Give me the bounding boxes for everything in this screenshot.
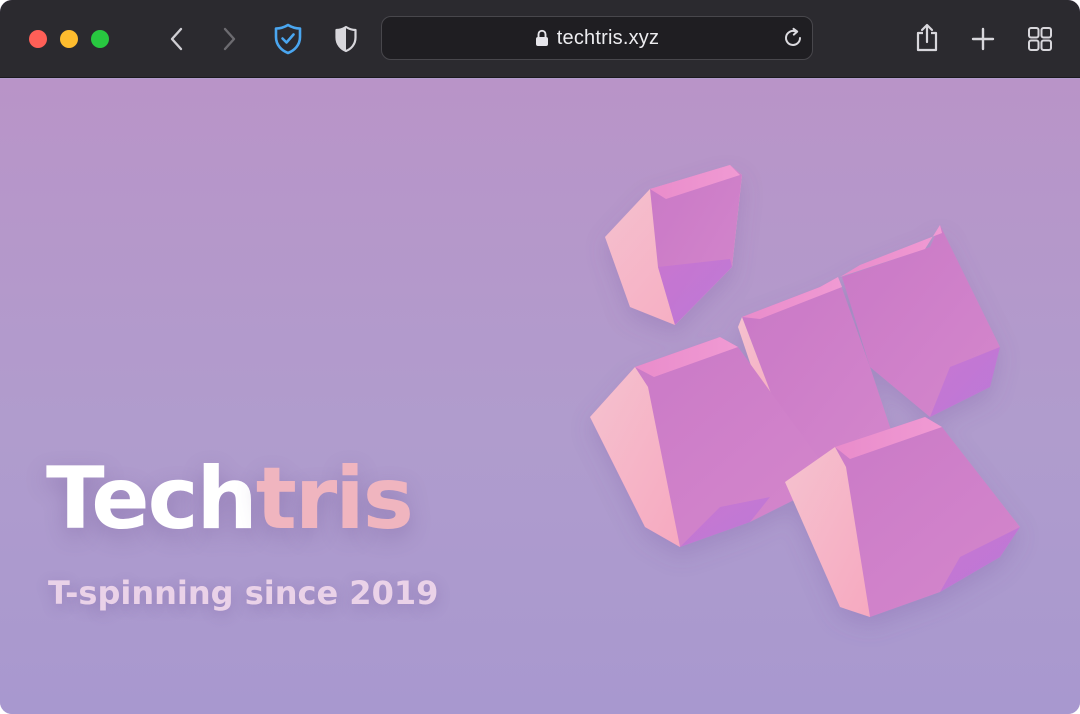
tab-overview-button[interactable] bbox=[1024, 24, 1056, 54]
zoom-window-button[interactable] bbox=[91, 30, 109, 48]
browser-window: techtris.xyz Techtris T-spinning since 2… bbox=[0, 0, 1080, 714]
tetromino-blocks bbox=[590, 165, 1020, 617]
privacy-report-button[interactable] bbox=[270, 22, 306, 56]
forward-button[interactable] bbox=[216, 24, 244, 54]
block bbox=[605, 165, 742, 325]
back-button[interactable] bbox=[162, 24, 190, 54]
tetromino-illustration bbox=[590, 165, 1020, 617]
close-window-button[interactable] bbox=[29, 30, 47, 48]
shield-check-icon bbox=[274, 23, 302, 55]
half-shield-icon bbox=[335, 25, 357, 53]
brand-title-tris: tris bbox=[255, 449, 414, 549]
brand-title-tech: Tech bbox=[46, 449, 258, 549]
share-button[interactable] bbox=[910, 20, 944, 56]
plus-icon bbox=[971, 27, 995, 51]
url-text: techtris.xyz bbox=[556, 26, 660, 49]
brand-title: Techtris bbox=[46, 449, 414, 549]
share-icon bbox=[916, 23, 938, 52]
chevron-right-icon bbox=[223, 27, 236, 51]
address-bar[interactable]: techtris.xyz bbox=[381, 16, 813, 60]
browser-toolbar: techtris.xyz bbox=[0, 0, 1080, 78]
chevron-left-icon bbox=[170, 27, 183, 51]
lock-icon bbox=[535, 29, 548, 46]
reload-icon bbox=[785, 27, 801, 46]
reload-button[interactable] bbox=[782, 27, 804, 54]
address-content: techtris.xyz bbox=[382, 17, 812, 59]
tagline: T-spinning since 2019 bbox=[48, 574, 439, 612]
minimize-window-button[interactable] bbox=[60, 30, 78, 48]
tab-grid-icon bbox=[1028, 27, 1052, 51]
web-page: Techtris T-spinning since 2019 bbox=[0, 79, 1080, 714]
new-tab-button[interactable] bbox=[968, 24, 998, 54]
shield-button[interactable] bbox=[330, 23, 362, 55]
